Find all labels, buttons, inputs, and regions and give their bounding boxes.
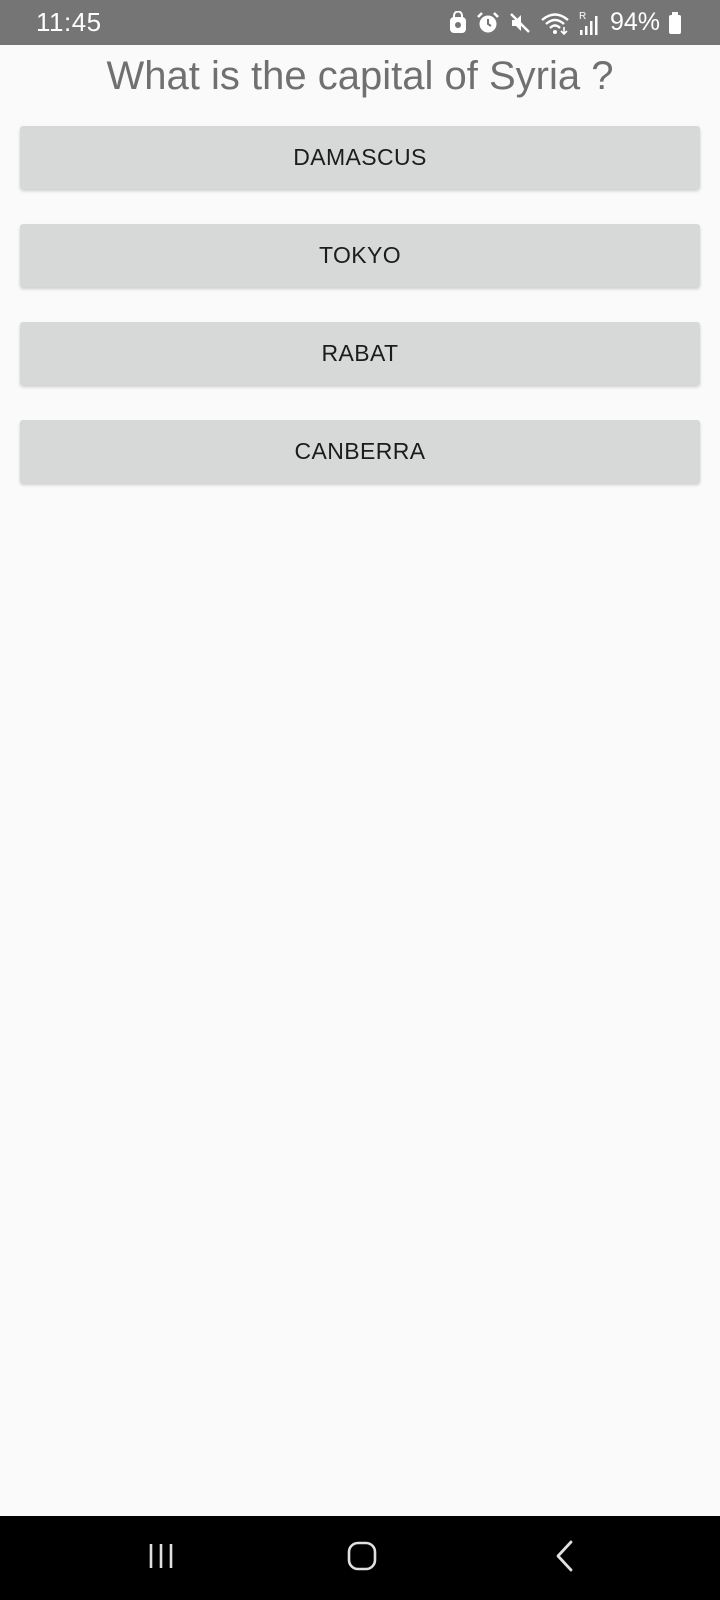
mute-icon [508,11,532,35]
recent-apps-icon [146,1541,176,1576]
question-text: What is the capital of Syria ? [106,54,614,98]
status-time: 11:45 [36,7,102,37]
status-icons: R 94% [448,8,682,37]
battery-icon [668,11,682,35]
answer-button-tokyo[interactable]: TOKYO [20,224,700,287]
quiz-screen: 11:45 R 94% What is the capital of Syria… [0,0,720,1600]
answer-list: DAMASCUS TOKYO RABAT CANBERRA [20,126,700,518]
lock-icon [448,10,468,35]
battery-percent: 94% [609,8,660,36]
wifi-icon [540,11,570,35]
svg-text:R: R [579,11,586,22]
signal-icon: R [578,10,600,36]
back-icon [553,1539,577,1578]
recent-apps-button[interactable] [101,1516,221,1600]
back-button[interactable] [505,1516,625,1600]
answer-button-rabat[interactable]: RABAT [20,322,700,385]
answer-button-canberra[interactable]: CANBERRA [20,420,700,483]
navigation-bar [0,1516,720,1600]
alarm-icon [476,11,500,35]
answer-button-damascus[interactable]: DAMASCUS [20,126,700,189]
status-bar: 11:45 R 94% [0,0,720,45]
home-icon [346,1540,378,1577]
home-button[interactable] [302,1516,422,1600]
